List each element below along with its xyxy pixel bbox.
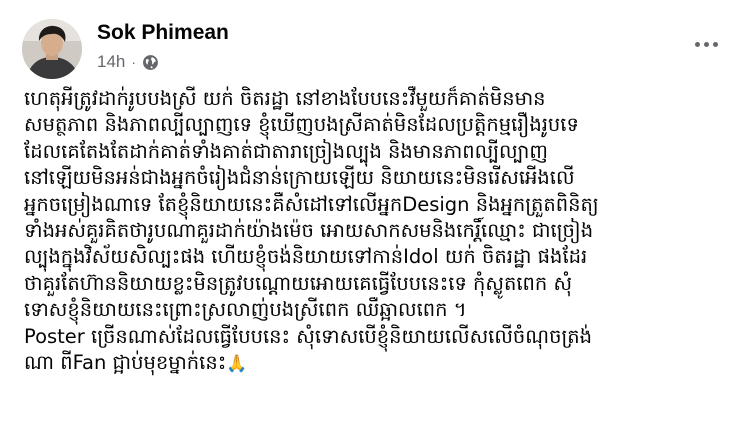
post-line-last: ណា ពីFan ជ្អាប់មុខម្នាក់នេះ🙏 (24, 350, 736, 377)
more-dot (703, 41, 709, 47)
post-line: ណា ពីFan ជ្អាប់មុខម្នាក់នេះ (24, 351, 227, 375)
post-line: ថាគួរតែហ៊ាននិយាយខ្លះមិនត្រូវបណ្តោយអោយគេធ… (24, 271, 573, 295)
globe-icon[interactable] (142, 54, 159, 71)
post-line: ហេតុអីត្រូវដាក់រូបបងស្រី យក់ ចិតរដ្ឋា នៅ… (24, 87, 546, 110)
post-line: ទាំងអស់គួរគិតថារូបណាគួរដាក់យ៉ាងម៉េច អោយស… (24, 219, 594, 243)
post-line: ទោសខ្ញុំនិយាយនេះព្រោះស្រលាញ់បងស្រីពេក ឈឺ… (24, 298, 467, 322)
post-line: ដែលគេតែងតែដាក់គាត់ទាំងគាត់ជាតារាច្រៀងល្ប… (24, 139, 548, 163)
post-line: នៅឡើយមិនអន់ជាងអ្នកចំរៀងជំនាន់ក្រោយឡើយ និ… (24, 166, 575, 190)
author-name[interactable]: Sok Phimean (97, 21, 229, 45)
avatar[interactable] (22, 19, 82, 79)
post-timestamp[interactable]: 14h (97, 52, 125, 72)
post-line: Poster ច្រើនណាស់ដែលធ្វើបែបនេះ សុំទោសបើខ្… (24, 324, 593, 348)
more-options-button[interactable] (686, 32, 726, 56)
post-meta: 14h · (97, 52, 159, 72)
post-text: ហេតុអីត្រូវដាក់រូបបងស្រី យក់ ចិតរដ្ឋា នៅ… (24, 86, 736, 377)
folded-hands-emoji: 🙏 (226, 354, 248, 375)
post-line: ល្បុងក្នុងវិស័យសិល្បះផង ហើយខ្ញុំចង់និយាយ… (24, 245, 588, 269)
more-dot (712, 41, 718, 47)
meta-separator: · (131, 54, 137, 70)
post-line: សមត្ថភាព និងភាពល្បីល្បាញទេ ខ្ញុំឃើញបងស្រ… (24, 113, 579, 137)
profile-photo (22, 19, 82, 79)
more-horizontal-icon (694, 41, 700, 47)
post-line: អ្នកចម្រៀងណាទេ តែខ្ញុំនិយាយនេះគឺសំដៅទៅលើ… (24, 192, 599, 216)
facebook-post: Sok Phimean 14h · ហេតុអីត្រូវដាក់រូបបងស្… (0, 0, 750, 432)
